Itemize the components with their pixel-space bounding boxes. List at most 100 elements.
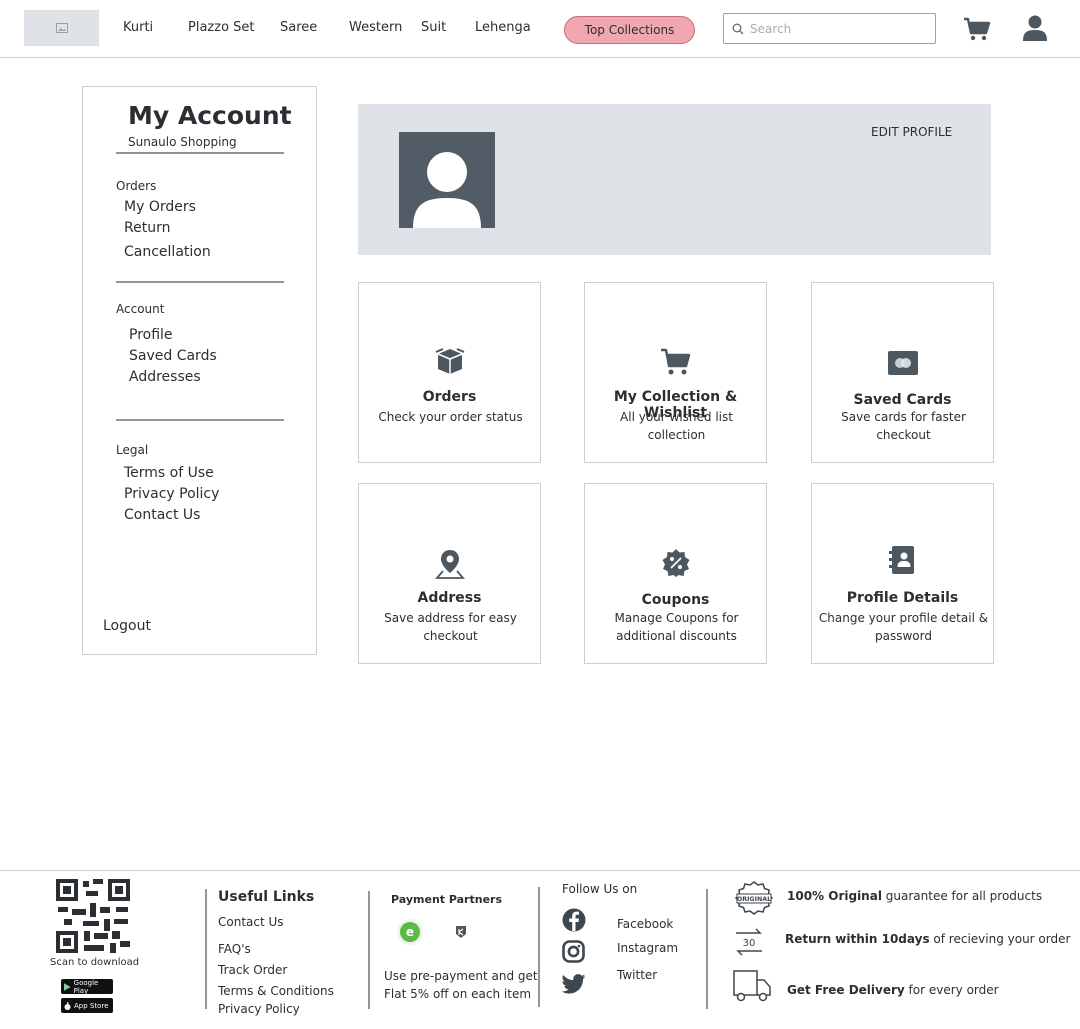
- card-collection-wishlist[interactable]: My Collection & Wishlist All your wished…: [584, 282, 767, 463]
- sidebar-item-my-orders[interactable]: My Orders: [124, 199, 196, 215]
- sidebar-item-addresses[interactable]: Addresses: [129, 369, 201, 385]
- nav-kurti[interactable]: Kurti: [123, 20, 153, 35]
- card-orders[interactable]: Orders Check your order status: [358, 282, 541, 463]
- promise-return: Return within 10days of recieving your o…: [785, 932, 1070, 946]
- apple-icon: [64, 1001, 71, 1010]
- delivery-truck-icon: [733, 970, 771, 1002]
- promise-bold: Get Free Delivery: [787, 983, 905, 997]
- footer-link-track-order[interactable]: Track Order: [218, 963, 287, 977]
- card-description: Change your profile detail & password: [818, 611, 989, 643]
- cart-button[interactable]: [963, 15, 991, 43]
- divider: [205, 889, 207, 1009]
- card-title: Saved Cards: [853, 392, 952, 408]
- card-title: Coupons: [641, 592, 710, 608]
- account-sidebar: My Account Sunaulo Shopping Orders My Or…: [82, 86, 317, 655]
- profile-banner: EDIT PROFILE: [358, 104, 991, 255]
- play-icon: [64, 982, 71, 991]
- follow-us-title: Follow Us on: [562, 882, 638, 896]
- section-heading-orders: Orders: [116, 179, 157, 193]
- sidebar-subtitle: Sunaulo Shopping: [128, 135, 237, 149]
- original-badge-icon: ORIGINAL: [734, 881, 774, 915]
- promise-bold: Return within 10days: [785, 932, 930, 946]
- return-30-days-text: 30: [743, 938, 756, 949]
- app-store-label: App Store: [74, 1001, 109, 1010]
- card-description: Save cards for faster checkout: [841, 410, 966, 442]
- original-badge-text: ORIGINAL: [737, 896, 771, 903]
- search-box[interactable]: [723, 13, 936, 44]
- section-heading-account: Account: [116, 302, 165, 316]
- nav-plazzo-set[interactable]: Plazzo Set: [188, 20, 255, 35]
- sidebar-title: My Account: [128, 101, 292, 130]
- social-link-instagram[interactable]: Instagram: [617, 941, 678, 955]
- card-icon: [887, 351, 918, 375]
- qr-code-icon: [56, 879, 130, 953]
- card-title: Address: [417, 590, 482, 606]
- user-account-button[interactable]: [1022, 14, 1048, 42]
- top-collections-button[interactable]: Top Collections: [564, 16, 695, 44]
- footer-link-privacy-policy[interactable]: Privacy Policy: [218, 1002, 300, 1016]
- esewa-icon: e: [400, 922, 420, 942]
- nav-saree[interactable]: Saree: [280, 20, 317, 35]
- image-icon: [55, 23, 68, 33]
- card-description: Manage Coupons for additional discounts: [614, 611, 739, 643]
- promise-bold: 100% Original: [787, 889, 882, 903]
- payment-note-line2: Flat 5% off on each item: [384, 987, 532, 1001]
- card-address[interactable]: Address Save address for easy checkout: [358, 483, 541, 664]
- card-description: All your wished list collection: [620, 410, 733, 442]
- card-title: Orders: [422, 389, 477, 405]
- card-profile-details[interactable]: Profile Details Change your profile deta…: [811, 483, 994, 664]
- search-input[interactable]: [750, 21, 930, 36]
- footer-link-terms-conditions[interactable]: Terms & Conditions: [218, 984, 334, 998]
- return-30-days-icon: 30: [736, 928, 762, 956]
- footer-link-contact-us[interactable]: Contact Us: [218, 915, 284, 929]
- sidebar-item-profile[interactable]: Profile: [129, 327, 173, 343]
- khalti-logo: [451, 923, 471, 941]
- avatar[interactable]: [399, 132, 495, 228]
- search-icon: [732, 23, 744, 34]
- promise-text: guarantee for all products: [881, 889, 1043, 903]
- card-description: Check your order status: [378, 410, 523, 424]
- sidebar-item-return[interactable]: Return: [124, 220, 170, 236]
- cart-icon: [660, 348, 690, 375]
- sidebar-item-terms-of-use[interactable]: Terms of Use: [124, 465, 214, 481]
- app-store-badge[interactable]: App Store: [61, 998, 113, 1013]
- logo-placeholder[interactable]: [24, 10, 99, 46]
- divider: [116, 419, 284, 421]
- google-play-label: Google Play: [73, 978, 99, 995]
- nav-suit[interactable]: Suit: [421, 20, 446, 35]
- divider: [538, 887, 540, 1007]
- footer: Scan to download Google Play App Store U…: [0, 870, 1080, 1029]
- payment-partners-title: Payment Partners: [391, 893, 502, 906]
- scan-label: Scan to download: [50, 957, 140, 968]
- contact-book-icon: [888, 546, 914, 574]
- sidebar-item-contact-us[interactable]: Contact Us: [124, 507, 200, 523]
- payment-note-line1: Use pre-payment and get: [384, 969, 538, 983]
- user-icon: [1023, 15, 1047, 41]
- sidebar-item-cancellation[interactable]: Cancellation: [124, 244, 211, 260]
- location-pin-icon: [434, 550, 465, 579]
- twitter-icon[interactable]: [561, 974, 586, 995]
- nav-lehenga[interactable]: Lehenga: [475, 20, 531, 35]
- nav-western[interactable]: Western: [349, 20, 402, 35]
- edit-profile-link[interactable]: EDIT PROFILE: [871, 125, 952, 139]
- instagram-icon[interactable]: [562, 940, 585, 963]
- google-play-badge[interactable]: Google Play: [61, 978, 113, 995]
- useful-links-title: Useful Links: [218, 889, 315, 905]
- social-link-twitter[interactable]: Twitter: [617, 968, 657, 982]
- cart-icon: [964, 17, 991, 41]
- footer-link-faqs[interactable]: FAQ's: [218, 942, 251, 956]
- sidebar-item-privacy-policy[interactable]: Privacy Policy: [124, 486, 219, 502]
- khalti-icon: [456, 926, 466, 938]
- divider: [116, 281, 284, 283]
- social-link-facebook[interactable]: Facebook: [617, 917, 673, 931]
- logout-button[interactable]: Logout: [103, 618, 151, 634]
- facebook-icon[interactable]: [562, 908, 586, 932]
- coupon-badge-icon: [662, 549, 689, 577]
- card-coupons[interactable]: Coupons Manage Coupons for additional di…: [584, 483, 767, 664]
- card-description: Save address for easy checkout: [384, 611, 517, 643]
- card-saved-cards[interactable]: Saved Cards Save cards for faster checko…: [811, 282, 994, 463]
- sidebar-item-saved-cards[interactable]: Saved Cards: [129, 348, 217, 364]
- divider: [706, 889, 708, 1009]
- promise-text: of recieving your order: [929, 932, 1071, 946]
- box-icon: [435, 348, 464, 374]
